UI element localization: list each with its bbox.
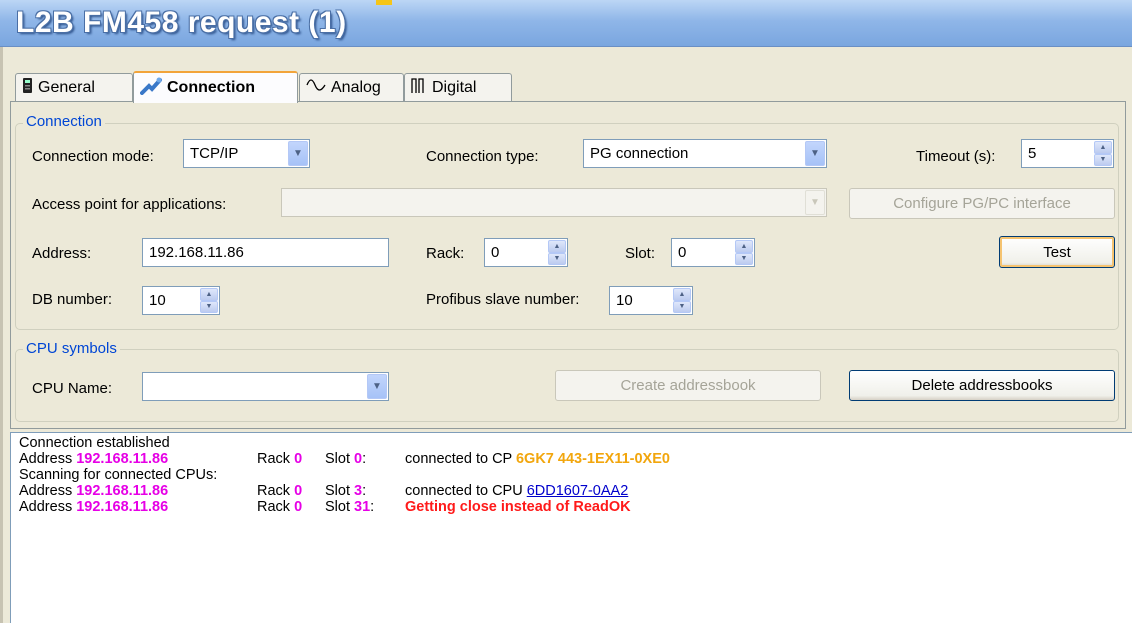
log-slot-word: Slot xyxy=(325,499,350,515)
slot-value: 0 xyxy=(678,244,687,261)
connection-tab-panel: Connection Connection mode: TCP/IP ▼ Con… xyxy=(10,101,1126,429)
log-line: Address 192.168.11.86 Rack 0 Slot 3: con… xyxy=(19,483,1132,499)
rack-value: 0 xyxy=(491,244,500,261)
log-rack-word: Rack xyxy=(257,483,291,499)
device-icon xyxy=(22,77,33,99)
connection-mode-label: Connection mode: xyxy=(32,148,154,165)
connection-type-value: PG connection xyxy=(590,145,689,162)
profibus-spinner[interactable]: 10 ▲ ▼ xyxy=(609,286,693,315)
window-title: L2B FM458 request (1) xyxy=(16,6,347,39)
log-rack-value: 0 xyxy=(294,451,303,467)
spinner-arrows-icon[interactable]: ▲ ▼ xyxy=(1094,141,1112,166)
rack-label: Rack: xyxy=(426,245,465,262)
log-slot-word: Slot xyxy=(325,451,350,467)
log-rack-word: Rack xyxy=(257,499,291,515)
chevron-down-icon: ▼ xyxy=(805,190,825,215)
log-rack-word: Rack xyxy=(257,451,291,467)
cpu-symbols-legend: CPU symbols xyxy=(23,340,120,357)
log-slot-value: 3 xyxy=(354,483,363,499)
test-button[interactable]: Test xyxy=(999,236,1115,268)
address-label: Address: xyxy=(32,245,92,262)
log-slot-value: 31 xyxy=(354,499,371,515)
db-number-spinner[interactable]: 10 ▲ ▼ xyxy=(142,286,220,315)
log-ip: 192.168.11.86 xyxy=(76,499,169,515)
tab-connection[interactable]: Connection xyxy=(133,71,298,103)
log-line: Address 192.168.11.86 Rack 0 Slot 0: con… xyxy=(19,451,1132,467)
slot-label: Slot: xyxy=(625,245,656,262)
network-plug-icon xyxy=(140,77,162,100)
spinner-arrows-icon[interactable]: ▲ ▼ xyxy=(735,240,753,265)
log-line: Connection established xyxy=(19,435,1132,451)
log-line: Address 192.168.11.86 Rack 0 Slot 31: Ge… xyxy=(19,499,1132,515)
profibus-value: 10 xyxy=(616,292,633,309)
log-address-word: Address xyxy=(19,499,73,515)
connection-mode-value: TCP/IP xyxy=(190,145,239,162)
access-point-select[interactable]: ▼ xyxy=(281,188,827,217)
access-point-label: Access point for applications: xyxy=(32,196,227,213)
log-colon: : xyxy=(362,483,367,499)
cpu-name-label: CPU Name: xyxy=(32,380,113,397)
db-number-value: 10 xyxy=(149,292,166,309)
tab-general[interactable]: General xyxy=(15,73,133,101)
db-number-label: DB number: xyxy=(32,291,113,308)
tab-label: Digital xyxy=(432,78,477,96)
log-ip: 192.168.11.86 xyxy=(76,451,169,467)
chevron-down-icon[interactable]: ▼ xyxy=(367,374,387,399)
log-output[interactable]: Connection established Address 192.168.1… xyxy=(10,432,1132,623)
timeout-spinner[interactable]: 5 ▲ ▼ xyxy=(1021,139,1114,168)
window-left-edge xyxy=(0,46,3,623)
delete-addressbooks-button[interactable]: Delete addressbooks xyxy=(849,370,1115,401)
connection-mode-select[interactable]: TCP/IP ▼ xyxy=(183,139,310,168)
log-line: Scanning for connected CPUs: xyxy=(19,467,1132,483)
log-cp-id: 6GK7 443-1EX11-0XE0 xyxy=(515,451,670,467)
log-rack-value: 0 xyxy=(294,499,303,515)
address-value: 192.168.11.86 xyxy=(149,244,244,261)
connection-group-legend: Connection xyxy=(23,113,105,130)
profibus-label: Profibus slave number: xyxy=(426,291,580,308)
chevron-down-icon[interactable]: ▼ xyxy=(805,141,825,166)
spinner-arrows-icon[interactable]: ▲ ▼ xyxy=(673,288,691,313)
tab-label: Connection xyxy=(167,79,255,96)
log-slot-value: 0 xyxy=(354,451,363,467)
log-cpu-text: connected to CPU xyxy=(405,483,523,499)
configure-pgpc-button[interactable]: Configure PG/PC interface xyxy=(849,188,1115,219)
spinner-arrows-icon[interactable]: ▲ ▼ xyxy=(548,240,566,265)
rack-spinner[interactable]: 0 ▲ ▼ xyxy=(484,238,568,267)
log-cpu-link[interactable]: 6DD1607-0AA2 xyxy=(527,483,629,499)
log-text: Connection established xyxy=(19,435,170,451)
slot-spinner[interactable]: 0 ▲ ▼ xyxy=(671,238,755,267)
spinner-arrows-icon[interactable]: ▲ ▼ xyxy=(200,288,218,313)
chevron-down-icon[interactable]: ▼ xyxy=(288,141,308,166)
log-cp-text: connected to CP xyxy=(405,451,512,467)
log-slot-word: Slot xyxy=(325,483,350,499)
timeout-value: 5 xyxy=(1028,145,1037,162)
tab-label: General xyxy=(38,78,95,96)
log-colon: : xyxy=(362,451,367,467)
tab-digital[interactable]: Digital xyxy=(404,73,512,101)
log-text: Scanning for connected CPUs: xyxy=(19,467,218,483)
title-bar: L2B FM458 request (1) xyxy=(0,0,1132,47)
cpu-name-select[interactable]: ▼ xyxy=(142,372,389,401)
log-error: Getting close instead of ReadOK xyxy=(405,499,631,515)
timeout-label: Timeout (s): xyxy=(916,148,996,165)
log-address-word: Address xyxy=(19,483,73,499)
connection-type-select[interactable]: PG connection ▼ xyxy=(583,139,827,168)
title-accent xyxy=(376,0,392,5)
pulse-wave-icon xyxy=(411,77,427,99)
log-ip: 192.168.11.86 xyxy=(76,483,169,499)
create-addressbook-button[interactable]: Create addressbook xyxy=(555,370,821,401)
log-colon: : xyxy=(370,499,375,515)
log-rack-value: 0 xyxy=(294,483,303,499)
tab-label: Analog xyxy=(331,78,381,96)
sine-wave-icon xyxy=(306,77,326,98)
address-input[interactable]: 192.168.11.86 xyxy=(142,238,389,267)
connection-type-label: Connection type: xyxy=(426,148,539,165)
tab-analog[interactable]: Analog xyxy=(299,73,404,101)
log-address-word: Address xyxy=(19,451,73,467)
